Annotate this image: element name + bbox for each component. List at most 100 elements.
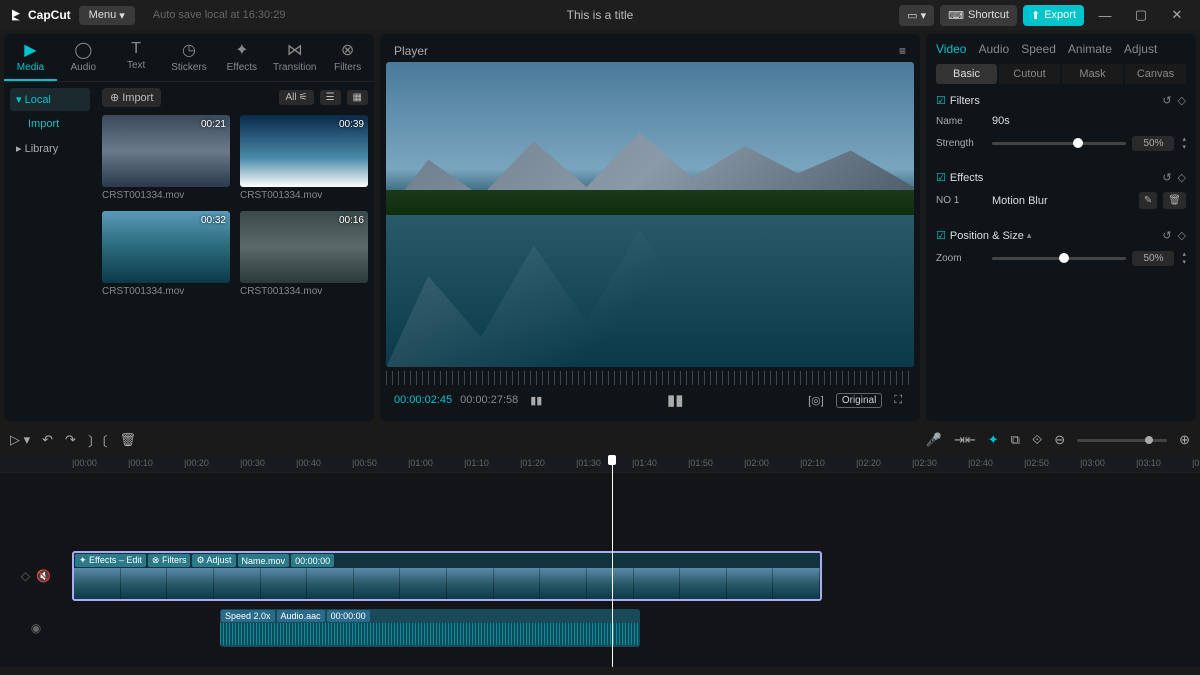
project-title[interactable]: This is a title — [567, 8, 634, 22]
subtab-mask[interactable]: Mask — [1062, 64, 1123, 84]
ratio-button[interactable]: ▭ ▾ — [899, 5, 934, 26]
ruler-mark: |00:30 — [240, 458, 265, 468]
media-item[interactable]: 00:32CRST001334.mov — [102, 211, 230, 297]
delete-button[interactable]: 🗑 — [119, 432, 136, 448]
compare-icon[interactable]: [◎] — [804, 392, 828, 409]
ruler-mark: |02:30 — [912, 458, 937, 468]
tab-transition[interactable]: ⋈Transition — [268, 34, 321, 81]
tab-text[interactable]: TText — [110, 34, 163, 81]
mute-icon[interactable]: 🔇 — [36, 569, 51, 583]
tab-audio[interactable]: ◯Audio — [57, 34, 110, 81]
proptab-speed[interactable]: Speed — [1021, 42, 1056, 56]
fullscreen-icon[interactable]: ⛶ — [890, 392, 906, 409]
strength-slider[interactable] — [992, 142, 1126, 145]
check-icon[interactable]: ☑ — [936, 171, 946, 184]
title-bar: CapCut Menu▾ Auto save local at 16:30:29… — [0, 0, 1200, 30]
keyframe-icon[interactable]: ◇ — [1178, 229, 1186, 242]
zoom-label: Zoom — [936, 253, 986, 264]
audio-clip[interactable]: Speed 2.0xAudio.aac00:00:00 — [220, 609, 640, 647]
video-preview[interactable] — [386, 62, 914, 367]
ruler-mark: |00:20 — [184, 458, 209, 468]
reset-icon[interactable]: ↺ — [1162, 171, 1171, 184]
strength-value[interactable]: 50% — [1132, 136, 1174, 151]
autocut-icon[interactable]: ✦ — [988, 432, 999, 448]
tab-media[interactable]: ▶Media — [4, 34, 57, 81]
filter-all[interactable]: All ⚟ — [279, 90, 313, 105]
stickers-icon: ◷ — [182, 40, 196, 60]
proptab-audio[interactable]: Audio — [978, 42, 1009, 56]
filter-name-label: Name — [936, 116, 986, 127]
clip-tag: Name.mov — [238, 554, 290, 567]
edit-effect-button[interactable]: ✎ — [1139, 192, 1157, 209]
check-icon[interactable]: ☑ — [936, 94, 946, 107]
import-button[interactable]: ⊕ Import — [102, 88, 161, 107]
marker-icon[interactable]: ⟐ — [1032, 432, 1042, 448]
mic-icon[interactable]: 🎤 — [926, 432, 942, 448]
check-icon[interactable]: ☑ — [936, 229, 946, 242]
zoom-out-icon[interactable]: ⊖ — [1054, 432, 1065, 448]
timecode-total: 00:00:27:58 — [460, 394, 518, 406]
video-clip[interactable]: ✦ Effects – Edit⊗ Filters⚙ AdjustName.mo… — [72, 551, 822, 601]
proptab-animate[interactable]: Animate — [1068, 42, 1112, 56]
keyframe-icon[interactable]: ◇ — [1178, 94, 1186, 107]
media-item[interactable]: 00:16CRST001334.mov — [240, 211, 368, 297]
keyframe-icon[interactable]: ◇ — [1178, 171, 1186, 184]
preview-scrubber[interactable] — [386, 371, 914, 385]
lock-icon[interactable]: ◇ — [21, 569, 30, 583]
tab-stickers[interactable]: ◷Stickers — [163, 34, 216, 81]
reset-icon[interactable]: ↺ — [1162, 94, 1171, 107]
transition-icon: ⋈ — [287, 40, 303, 60]
ripple-icon[interactable]: ⇥⇤ — [954, 432, 976, 448]
menu-button[interactable]: Menu▾ — [79, 6, 135, 25]
media-filename: CRST001334.mov — [102, 286, 230, 297]
zoom-value[interactable]: 50% — [1132, 251, 1174, 266]
ruler-mark: |02:50 — [1024, 458, 1049, 468]
time-ruler[interactable]: |00:00|00:10|00:20|00:30|00:40|00:50|01:… — [0, 455, 1200, 473]
subtab-cutout[interactable]: Cutout — [999, 64, 1060, 84]
split-button[interactable]: 〕〔 — [88, 431, 108, 450]
zoom-slider[interactable] — [1077, 439, 1167, 442]
ruler-mark: |02:00 — [744, 458, 769, 468]
ruler-mark: |01:20 — [520, 458, 545, 468]
text-icon: T — [131, 40, 141, 58]
tab-filters[interactable]: ⊗Filters — [321, 34, 374, 81]
audio-track-icon[interactable]: ◉ — [31, 621, 41, 635]
audio-tag: Audio.aac — [277, 610, 325, 622]
subtab-basic[interactable]: Basic — [936, 64, 997, 84]
playhead[interactable] — [612, 455, 613, 667]
zoom-stepper[interactable]: ▴▾ — [1182, 250, 1186, 266]
player-menu-icon[interactable]: ≡ — [899, 44, 906, 58]
proptab-video[interactable]: Video — [936, 42, 966, 56]
maximize-button[interactable]: ▢ — [1126, 7, 1156, 23]
view-list[interactable]: ☰ — [320, 90, 341, 105]
autosave-status: Auto save local at 16:30:29 — [153, 9, 286, 21]
tool-tabs: ▶Media ◯Audio TText ◷Stickers ✦Effects ⋈… — [4, 34, 374, 82]
tab-effects[interactable]: ✦Effects — [215, 34, 268, 81]
strength-stepper[interactable]: ▴▾ — [1182, 135, 1186, 151]
audio-meter-icon[interactable]: ▮▮ — [526, 392, 546, 409]
redo-button[interactable]: ↷ — [65, 432, 76, 448]
reset-icon[interactable]: ↺ — [1162, 229, 1171, 242]
proptab-adjust[interactable]: Adjust — [1124, 42, 1157, 56]
play-pause-button[interactable]: ▮▮ — [663, 389, 688, 411]
ruler-mark: |02:40 — [968, 458, 993, 468]
zoom-in-icon[interactable]: ⊕ — [1179, 432, 1190, 448]
select-tool[interactable]: ▷ ▾ — [10, 432, 30, 448]
link-icon[interactable]: ⧉ — [1011, 432, 1020, 448]
nav-library[interactable]: ▸ Library — [10, 137, 90, 160]
nav-import[interactable]: Import — [10, 113, 90, 135]
close-button[interactable]: ✕ — [1162, 7, 1192, 23]
media-item[interactable]: 00:21CRST001334.mov — [102, 115, 230, 201]
minimize-button[interactable]: — — [1090, 8, 1120, 23]
original-button[interactable]: Original — [836, 393, 882, 408]
delete-effect-button[interactable]: 🗑 — [1163, 192, 1186, 209]
export-button[interactable]: ⬆ Export — [1023, 5, 1084, 26]
undo-button[interactable]: ↶ — [42, 432, 53, 448]
nav-local[interactable]: ▾ Local — [10, 88, 90, 111]
ruler-mark: |00:50 — [352, 458, 377, 468]
subtab-canvas[interactable]: Canvas — [1125, 64, 1186, 84]
zoom-slider[interactable] — [992, 257, 1126, 260]
media-item[interactable]: 00:39CRST001334.mov — [240, 115, 368, 201]
view-grid[interactable]: ▦ — [347, 90, 368, 105]
shortcut-button[interactable]: ⌨ Shortcut — [940, 5, 1017, 26]
